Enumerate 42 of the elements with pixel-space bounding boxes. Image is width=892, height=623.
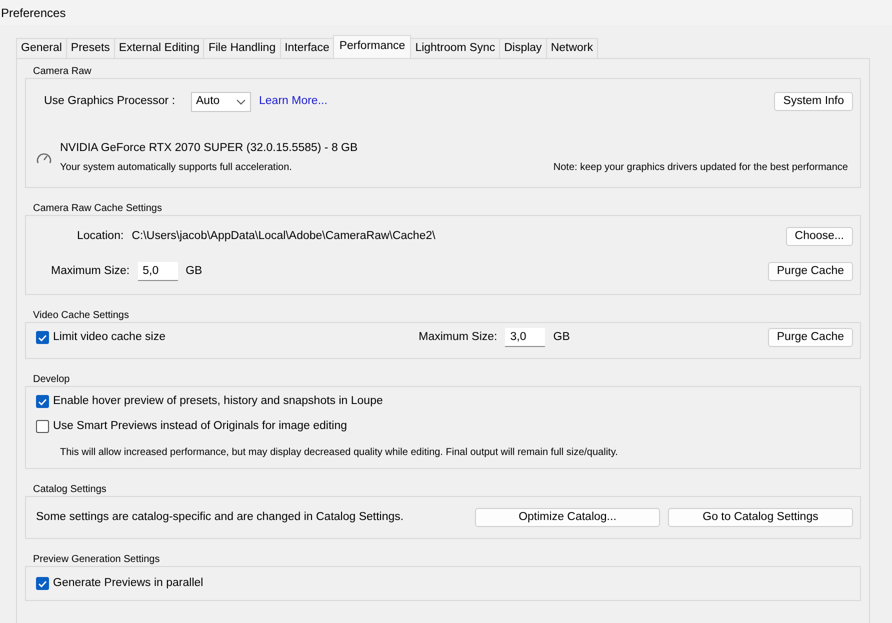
checkbox-label: Limit video cache size	[53, 330, 166, 346]
window-title: Preferences	[1, 6, 66, 20]
input-field[interactable]: 3,0	[505, 328, 546, 348]
info-text: C:\Users\jacob\AppData\Local\Adobe\CameraRaw\Cache2\	[132, 229, 436, 244]
checkbox[interactable]	[36, 331, 49, 344]
note-text: This will allow increased performance, but may display decreased quality while editing. Final output will remain full size/quality.	[59, 446, 619, 460]
checkbox[interactable]	[36, 577, 49, 590]
checkbox-label: Generate Previews in parallel	[53, 576, 204, 592]
learn-more-link[interactable]: Learn More...	[259, 92, 328, 110]
field-label: GB	[553, 330, 570, 346]
dropdown[interactable]: Auto	[191, 92, 252, 112]
tab[interactable]: General	[16, 38, 67, 58]
button[interactable]: Go to Catalog Settings	[668, 508, 853, 528]
field-label: Maximum Size:	[418, 330, 498, 346]
group-title: Catalog Settings	[33, 484, 106, 496]
field-label: GB	[186, 264, 202, 280]
status-text: Your system automatically supports full acceleration.	[60, 161, 293, 176]
input-field[interactable]: 5,0	[138, 262, 178, 282]
checkbox-label: Enable hover preview of presets, history and snapshots in Loupe	[53, 394, 383, 410]
tab[interactable]: Performance	[333, 35, 412, 58]
checkbox-label: Use Smart Previews instead of Originals for image editing	[53, 419, 348, 434]
tab[interactable]: Network	[546, 38, 598, 58]
gauge-icon	[36, 150, 52, 165]
button[interactable]: Purge Cache	[768, 328, 853, 348]
field-label: Location:	[77, 229, 124, 244]
button[interactable]: Purge Cache	[768, 262, 853, 282]
info-text: Some settings are catalog-specific and are changed in Catalog Settings.	[36, 510, 404, 526]
field-label: Use Graphics Processor :	[44, 94, 176, 109]
group-title: Video Cache Settings	[33, 310, 129, 322]
button[interactable]: Choose...	[786, 227, 853, 246]
field-label: Maximum Size:	[51, 264, 130, 280]
gpu-name: NVIDIA GeForce RTX 2070 SUPER (32.0.15.5585) - 8 GB	[60, 141, 358, 156]
note-text: Note: keep your graphics drivers updated for the best performance	[553, 161, 849, 176]
group-title: Develop	[33, 374, 70, 386]
button[interactable]: Optimize Catalog...	[475, 508, 660, 528]
group-title: Camera Raw	[33, 66, 92, 77]
checkbox[interactable]	[36, 420, 49, 434]
group-title: Preview Generation Settings	[33, 554, 160, 566]
button[interactable]: System Info	[774, 92, 853, 111]
checkbox[interactable]	[36, 395, 49, 408]
chevron-icon	[236, 98, 246, 104]
group-title: Camera Raw Cache Settings	[33, 203, 162, 214]
